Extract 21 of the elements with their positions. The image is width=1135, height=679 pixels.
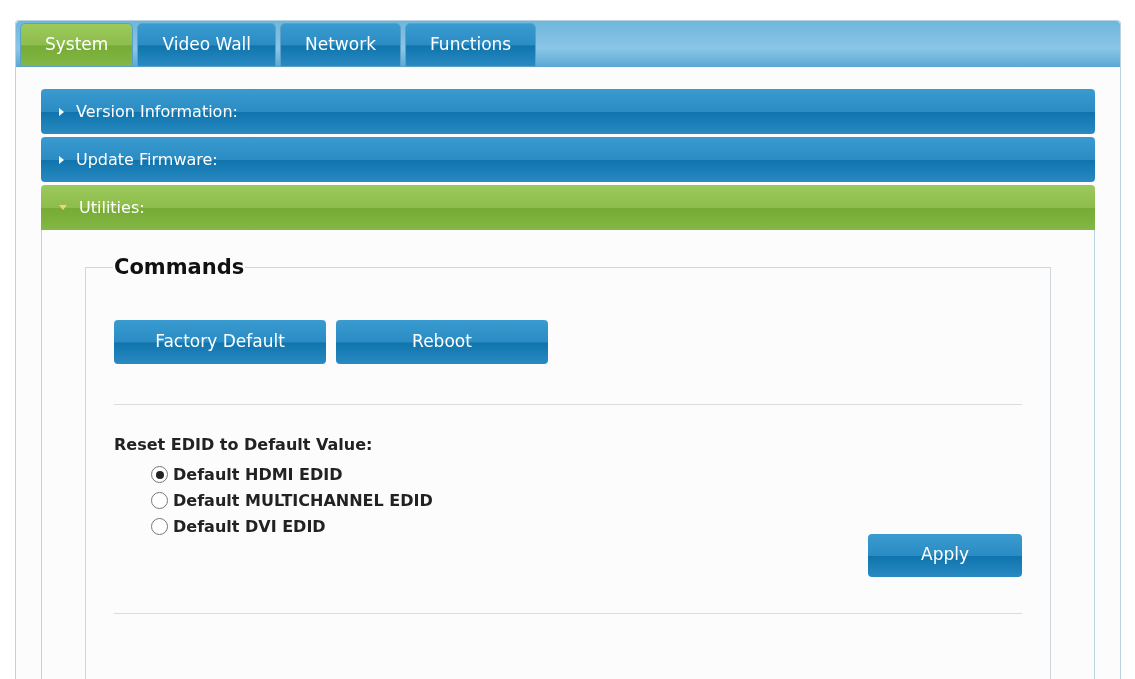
command-button[interactable]: Reboot — [336, 319, 548, 364]
section-legend: Commands — [113, 252, 246, 284]
tab[interactable]: Functions — [405, 23, 537, 67]
radio-button[interactable] — [151, 466, 168, 483]
tab[interactable]: Video Wall — [137, 23, 277, 67]
radio-option[interactable]: Default DVI EDID — [151, 513, 326, 540]
caret-right-icon — [59, 107, 64, 116]
command-button[interactable]: Factory Default — [114, 319, 326, 364]
accordion-header[interactable]: Update Firmware: — [41, 137, 1095, 182]
radio-option[interactable]: Default MULTICHANNEL EDID — [151, 487, 433, 514]
tab[interactable]: Network — [280, 23, 401, 67]
apply-button[interactable]: Apply — [868, 533, 1022, 577]
radio-button[interactable] — [151, 492, 168, 509]
caret-right-icon — [59, 155, 64, 164]
accordion-header[interactable]: Utilities: — [41, 185, 1095, 230]
edid-label: Reset EDID to Default Value: — [114, 433, 374, 456]
radio-button[interactable] — [151, 518, 168, 535]
tab[interactable]: System — [20, 23, 134, 67]
radio-option[interactable]: Default HDMI EDID — [151, 461, 343, 488]
accordion-header[interactable]: Version Information: — [41, 89, 1095, 134]
caret-down-icon — [59, 205, 67, 210]
